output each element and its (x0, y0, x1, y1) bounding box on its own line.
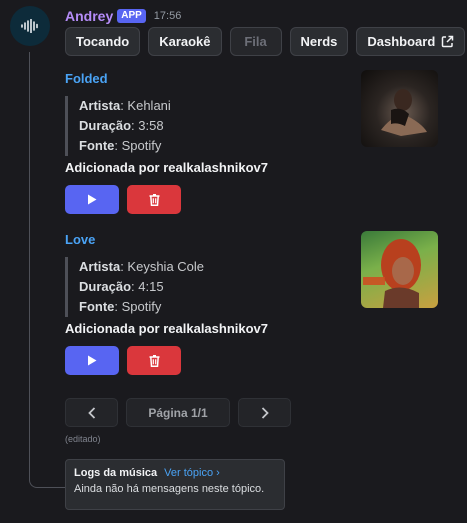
tab-label: Dashboard (367, 34, 436, 49)
tab-tocando[interactable]: Tocando (65, 27, 141, 56)
artist-label: Artista (79, 259, 121, 274)
trash-icon (149, 354, 159, 367)
source-value: Spotify (121, 138, 162, 153)
waveform-icon (21, 19, 38, 33)
view-thread-link[interactable]: Ver tópico › (164, 467, 220, 479)
source-value: Spotify (121, 299, 162, 314)
tab-label: Fila (244, 34, 267, 49)
album-art-image (363, 239, 421, 308)
artist-label: Artista (79, 98, 121, 113)
chevron-right-icon (261, 406, 269, 419)
album-cover[interactable] (361, 231, 438, 308)
tab-bar: Tocando Karaokê Fila Nerds Dashboard (65, 27, 466, 56)
thread-card[interactable]: Logs da música Ver tópico › Ainda não há… (65, 459, 285, 510)
timestamp[interactable]: 17:56 (154, 10, 182, 22)
thread-empty-text: Ainda não há mensagens neste tópico. (74, 483, 265, 495)
album-art-image (381, 89, 427, 136)
tab-label: Tocando (76, 34, 130, 49)
username[interactable]: Andrey (65, 8, 113, 24)
source-label: Fonte (79, 138, 115, 153)
added-by: Adicionada por realkalashnikov7 (65, 321, 269, 336)
prev-page-button[interactable] (65, 398, 118, 427)
remove-button[interactable] (127, 185, 181, 214)
song-actions (65, 185, 445, 214)
tab-dashboard[interactable]: Dashboard (356, 27, 466, 56)
tab-label: Nerds (300, 34, 338, 49)
duration-label: Duração (79, 279, 132, 294)
tab-label: Karaokê (159, 34, 211, 49)
play-icon (88, 355, 97, 366)
play-button[interactable] (65, 185, 119, 214)
added-by: Adicionada por realkalashnikov7 (65, 160, 269, 175)
bot-avatar[interactable] (10, 6, 50, 46)
artist-value: Kehlani (127, 98, 171, 113)
album-cover[interactable] (361, 70, 438, 147)
source-label: Fonte (79, 299, 115, 314)
duration-value: 3:58 (138, 118, 164, 133)
duration-value: 4:15 (138, 279, 164, 294)
play-button[interactable] (65, 346, 119, 375)
app-badge: APP (117, 9, 146, 23)
thread-connector-line (29, 52, 65, 488)
artist-value: Keyshia Cole (127, 259, 205, 274)
trash-icon (149, 193, 159, 206)
remove-button[interactable] (127, 346, 181, 375)
message-header: Andrey APP 17:56 (65, 7, 181, 25)
pagination: Página 1/1 (65, 398, 291, 427)
external-link-icon (442, 35, 454, 48)
song-actions (65, 346, 445, 375)
next-page-button[interactable] (238, 398, 291, 427)
thread-header: Logs da música Ver tópico › (74, 467, 276, 479)
chevron-left-icon (87, 406, 95, 419)
thread-name: Logs da música (74, 467, 158, 479)
play-icon (88, 194, 97, 205)
edited-label[interactable]: (editado) (65, 434, 101, 444)
tab-nerds[interactable]: Nerds (289, 27, 349, 56)
tab-karaoke[interactable]: Karaokê (148, 27, 222, 56)
duration-label: Duração (79, 118, 132, 133)
tab-fila: Fila (229, 27, 282, 56)
page-indicator: Página 1/1 (126, 398, 230, 427)
